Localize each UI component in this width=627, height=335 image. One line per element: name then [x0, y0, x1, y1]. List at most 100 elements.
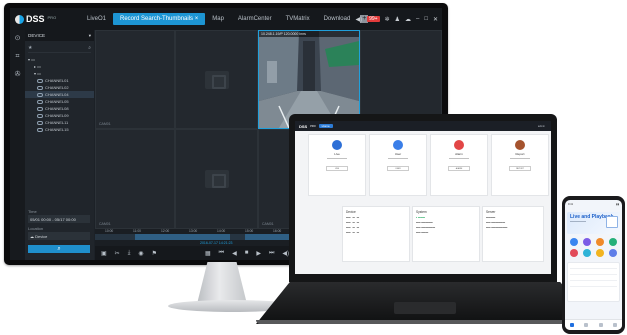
timeline-tick: 11:00 — [133, 229, 142, 233]
video-cell-5[interactable] — [175, 129, 258, 229]
chevron-down-icon[interactable]: ▾ — [89, 33, 91, 39]
speaker-icon[interactable]: ◀) — [355, 16, 362, 23]
profile-icon[interactable] — [612, 323, 617, 327]
mobile-app-screen: 9:41 ▮▮ Live and Playback ▬▬▬▬▬▬▬▬ — [565, 200, 622, 330]
tab-map[interactable]: Map — [205, 8, 231, 30]
record-segment[interactable] — [135, 234, 230, 240]
channel-item[interactable]: CHANNEL01 — [25, 77, 94, 84]
tab-record-search[interactable]: Record Search-Thumbnails × — [113, 13, 206, 25]
tab-tvmatrix[interactable]: TVMatrix — [279, 8, 317, 30]
time-range-field[interactable]: 05/01 00:00 - 05/17 00:00 — [28, 215, 90, 223]
star-icon[interactable]: ★ — [28, 45, 32, 51]
channel-label: CHANNEL04 — [45, 92, 69, 97]
module-card[interactable]: User ▬▬▬▬▬▬▬▬▬▬ USER — [369, 134, 427, 196]
tree-root[interactable]: ▾ ▭ — [25, 56, 94, 63]
tree-folder[interactable]: ▸ ▭ — [25, 63, 94, 70]
channel-item[interactable]: CHANNEL11 — [25, 119, 94, 126]
record-icon[interactable]: ◉ — [138, 250, 143, 257]
home-icon[interactable] — [570, 323, 575, 327]
location-select[interactable]: ☁ Device — [28, 232, 90, 240]
tab-download[interactable]: Download — [317, 8, 358, 30]
message-icon[interactable] — [584, 323, 589, 327]
expand-icon[interactable]: ▾ — [28, 57, 30, 62]
module-description: ▬▬▬▬▬▬▬▬▬▬ — [449, 158, 469, 160]
video-cell-2[interactable] — [175, 30, 258, 129]
apps-icon[interactable] — [598, 323, 603, 327]
user-icon[interactable]: ♟ — [395, 16, 400, 23]
list-item[interactable] — [570, 281, 617, 287]
module-button[interactable]: REPORT — [509, 166, 531, 171]
timeline-tick: 14:00 — [217, 229, 226, 233]
tools-icon[interactable]: ✇ — [10, 66, 25, 84]
left-toolbar: ⊙ ⌗ ✇ — [10, 30, 25, 260]
app-shortcut[interactable] — [580, 249, 593, 257]
device-search[interactable]: ★ ⌕ — [28, 44, 91, 53]
play-icon[interactable]: ▶ — [256, 250, 261, 257]
channel-item[interactable]: CHANNEL09 — [25, 112, 94, 119]
alarm-badge[interactable]: 99+ — [367, 16, 380, 22]
expand-icon[interactable]: ▾ — [34, 71, 36, 76]
timeline-tick: 12:00 — [161, 229, 170, 233]
close-tab-icon[interactable]: × — [195, 16, 199, 22]
cloud-icon[interactable]: ☁ — [405, 16, 411, 23]
stop-icon[interactable]: ■ — [245, 250, 249, 256]
gear-icon[interactable]: ✲ — [385, 16, 390, 23]
cut-icon[interactable]: ✂ — [115, 250, 120, 257]
channel-item[interactable]: CHANNEL04 — [25, 91, 94, 98]
tab-home[interactable]: Home — [318, 124, 333, 128]
logo-icon — [15, 14, 24, 24]
channel-item[interactable]: CHANNEL15 — [25, 126, 94, 133]
app-shortcut[interactable] — [567, 249, 580, 257]
tab-alarm-center[interactable]: AlarmCenter — [231, 8, 279, 30]
folder-icon[interactable]: ▣ — [101, 250, 107, 257]
layout-icon[interactable]: ▦ — [205, 250, 211, 257]
app-shortcut[interactable] — [580, 238, 593, 246]
minimize-icon[interactable]: – — [416, 16, 419, 22]
channel-label: CHANNEL15 — [45, 127, 69, 132]
download-icon[interactable]: ⤓ — [128, 250, 131, 257]
skip-forward-icon[interactable]: ⏭ — [269, 250, 274, 257]
module-card[interactable]: Report ▬▬▬▬▬▬▬▬▬▬ REPORT — [491, 134, 549, 196]
module-card[interactable]: Alarm ▬▬▬▬▬▬▬▬▬▬ ALARM — [430, 134, 488, 196]
expand-icon[interactable]: ▸ — [34, 64, 36, 69]
status-bar: 9:41 ▮▮ — [565, 200, 622, 209]
app-shortcut[interactable] — [607, 238, 620, 246]
channel-label: CHANNEL05 — [45, 99, 69, 104]
panel-row: ▬▬ ▬▬▬▬▬▬▬ — [486, 227, 508, 229]
channel-label: CHANNEL09 — [45, 113, 69, 118]
video-cell-4[interactable]: CAM01 — [95, 129, 175, 229]
system-panel: System ● ▬▬▬ ▬▬ ▬▬▬▬▬ ▬▬ ▬▬▬▬▬▬ ▬▬ ▬▬▬ — [412, 206, 480, 262]
user-name[interactable]: admin — [538, 125, 545, 128]
volume-icon[interactable]: ◀) — [282, 250, 289, 257]
channel-item[interactable]: CHANNEL02 — [25, 84, 94, 91]
module-button[interactable]: USER — [387, 166, 409, 171]
device-panel-header[interactable]: DEVICE ▾ — [25, 30, 94, 41]
layout-icon[interactable]: ⌗ — [10, 48, 25, 66]
close-icon[interactable]: ✕ — [433, 16, 438, 23]
search-button[interactable]: ⌕ — [28, 245, 90, 253]
channel-item[interactable]: CHANNEL05 — [25, 98, 94, 105]
module-card[interactable]: Live ▬▬▬▬▬▬▬▬▬▬ LIVE — [308, 134, 366, 196]
search-icon[interactable]: ⌕ — [88, 45, 91, 51]
timeline-tick: 15:00 — [245, 229, 254, 233]
module-button[interactable]: ALARM — [448, 166, 470, 171]
maximize-icon[interactable]: □ — [424, 16, 428, 22]
app-shortcut[interactable] — [567, 238, 580, 246]
tag-icon[interactable]: ⚑ — [152, 250, 157, 257]
app-shortcut[interactable] — [594, 238, 607, 246]
module-button[interactable]: LIVE — [326, 166, 348, 171]
tab-live[interactable]: LiveO1 — [80, 8, 113, 30]
module-icon — [393, 140, 403, 150]
device-tree-icon[interactable]: ⊙ — [10, 30, 25, 48]
skip-back-icon[interactable]: ⏮ — [219, 250, 224, 257]
video-cell-1[interactable]: CAM01 — [95, 30, 175, 129]
app-shortcut[interactable] — [594, 249, 607, 257]
channel-item[interactable]: CHANNEL08 — [25, 105, 94, 112]
app-shortcut[interactable] — [607, 249, 620, 257]
live-playback-banner[interactable]: Live and Playback ▬▬▬▬▬▬▬▬ — [567, 212, 620, 234]
folder-icon: ▭ — [37, 64, 41, 69]
rewind-icon[interactable]: ◀ — [232, 250, 237, 257]
panel-title: Server — [486, 210, 496, 214]
tab-record-search-label: Record Search-Thumbnails — [120, 16, 194, 22]
tree-folder[interactable]: ▾ ▭ — [25, 70, 94, 77]
